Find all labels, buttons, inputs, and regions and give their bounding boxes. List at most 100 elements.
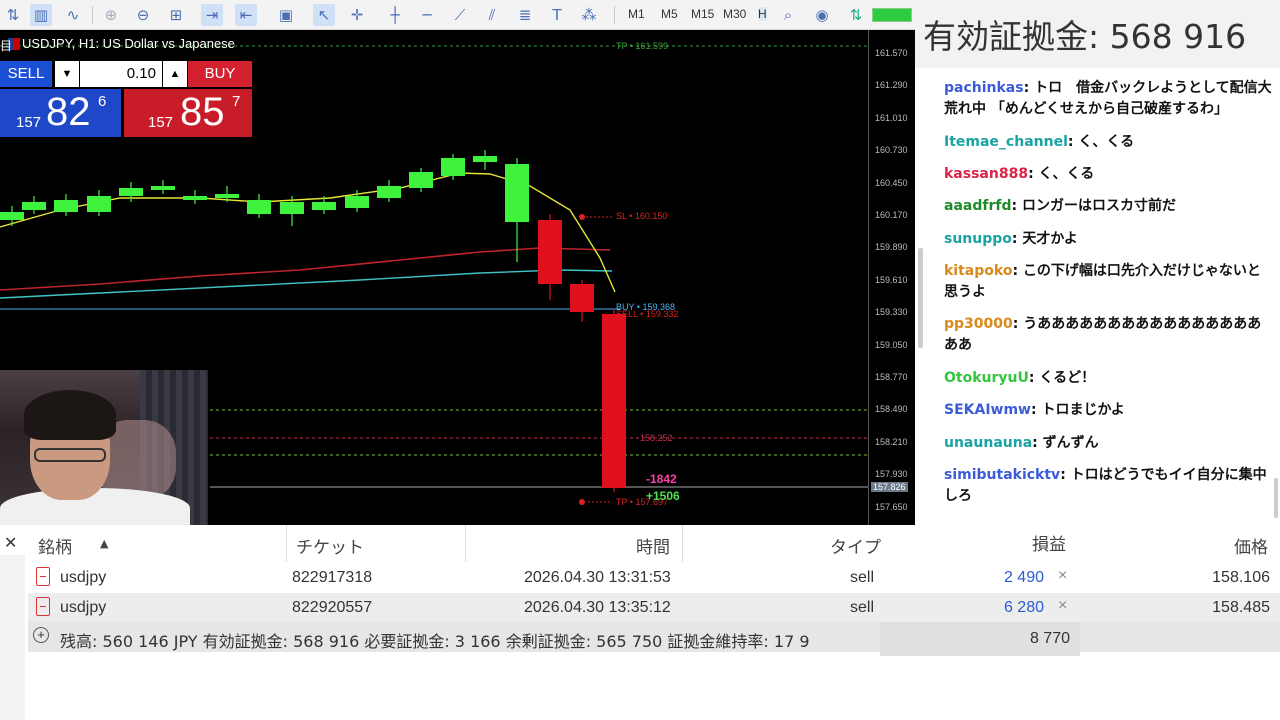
candle-body [409,172,433,188]
sell-quote-pips: 82 [46,90,91,134]
candle-body [602,314,626,488]
header-price[interactable]: 価格 [1234,533,1268,558]
chat-username[interactable]: aaadfrfd [944,198,1011,214]
chat-message: sunuppo: 天才かよ [944,231,1078,247]
chart-menu-icon[interactable]: 目 [0,37,12,54]
candle-body [505,164,529,222]
account-icon[interactable]: ◉ [811,4,833,26]
lot-size-input[interactable]: 0.10 [80,61,162,87]
candle-body [473,156,497,162]
chat-username[interactable]: pp30000 [944,316,1013,332]
sell-button[interactable]: SELL [0,61,52,87]
price-axis-label: 161.290 [875,80,908,91]
candle-body [345,196,369,208]
price-axis-label: 157.650 [875,501,908,512]
chat-username[interactable]: unaunauna [944,435,1032,451]
margin-banner: 有効証拠金: 568 916 [915,0,1280,68]
price-axis[interactable]: 161.570 161.290 161.010 160.730 160.450 160.1… [868,30,915,525]
price-axis-label: 159.330 [875,307,908,318]
timeframe-m5[interactable]: M5 [661,7,678,21]
close-position-icon[interactable]: × [1058,597,1067,615]
table-row[interactable]: usdjpy 822920557 2026.04.30 13:35:12 sel… [28,593,1280,623]
vertical-line-icon[interactable]: ┼ [384,4,406,26]
table-row[interactable]: usdjpy 822917318 2026.04.30 13:31:53 sel… [28,563,1280,593]
timeframe-m1[interactable]: M1 [628,7,645,21]
search-icon[interactable]: ⌕ [777,4,799,26]
header-ticket[interactable]: チケット [296,533,364,558]
sell-quote[interactable]: 157 82 6 [0,89,121,137]
shapes-icon[interactable]: ⁂ [578,4,600,26]
lot-decrease-button[interactable]: ▼ [55,61,79,87]
price-axis-label: 158.210 [875,436,908,447]
ma-red [0,247,611,291]
chat-username[interactable]: Itemae_channel [944,134,1068,150]
chat-message: pachinkas: トロ 借金バックレようとして配信大荒れ中 「めんどくせえか… [944,80,1272,117]
zoom-in-icon[interactable]: ⊕ [100,4,122,26]
chat-username[interactable]: SEKAIwmw [944,402,1031,418]
expand-icon[interactable]: + [33,627,49,643]
price-axis-label: 159.050 [875,339,908,350]
chat-username[interactable]: simibutakicktv [944,467,1060,483]
candle-body [54,200,78,212]
chart-shift-icon[interactable]: ⇤ [235,4,257,26]
cell-symbol: usdjpy [60,569,107,586]
zoom-out-icon[interactable]: ⊖ [132,4,154,26]
header-symbol[interactable]: 銘柄 [38,533,72,558]
buy-button[interactable]: BUY [188,61,252,87]
screenshot-icon[interactable]: ▣ [275,4,297,26]
crosshair-icon[interactable]: ✛ [346,4,368,26]
chat-username[interactable]: kassan888 [944,166,1028,182]
price-axis-label: 158.770 [875,372,908,382]
chat-message: OtokuryuU: くるど！ [944,370,1096,386]
indicators-icon[interactable]: ⇅ [2,4,24,26]
chat-message: SEKAIwmw: トロまじかよ [944,402,1125,418]
header-profit[interactable]: 損益 [1032,530,1066,555]
sl-label: SL • 160.150 [616,211,668,221]
buy-quote-fraction: 7 [232,93,241,110]
line-chart-icon[interactable]: ∿ [62,4,84,26]
chat-username[interactable]: pachinkas [944,80,1024,96]
chat-username[interactable]: sunuppo [944,231,1012,247]
cell-profit: 2 490 [1003,569,1044,586]
cell-type: sell [850,569,875,586]
position-icon [36,567,50,586]
channel-icon[interactable]: ⫽ [481,4,503,26]
chat-scrollbar-right[interactable] [1274,478,1278,518]
timeframe-h[interactable]: H [758,7,767,21]
chat-username[interactable]: kitapoko [944,263,1012,279]
cell-profit: 6 280 [1003,599,1044,616]
toolbar-divider [614,6,615,24]
chat-username[interactable]: OtokuryuU [944,370,1029,386]
sort-ascending-icon[interactable]: ▲ [100,537,108,550]
timeframe-m30[interactable]: M30 [723,7,746,21]
one-click-trading-panel: SELL ▼ 0.10 ▲ BUY 157 82 6 157 85 7 [0,59,252,139]
header-type[interactable]: タイプ [830,533,881,558]
lot-increase-button[interactable]: ▲ [163,61,187,87]
trendline-icon[interactable]: ⟋ [449,4,471,26]
chat-text: ずんずん [1042,435,1099,451]
price-chart[interactable]: 目 USDJPY, H1: US Dollar vs Japanese SELL… [0,30,915,525]
autoscroll-icon[interactable]: ⇥ [201,4,223,26]
sell-order-label: SELL • 159.332 [616,309,679,319]
candle-body [183,196,207,200]
bar-chart-icon[interactable]: ▥ [30,4,52,26]
horizontal-line-icon[interactable]: ─ [416,4,438,26]
candle-body [247,200,271,214]
grid-icon[interactable]: ⊞ [165,4,187,26]
chat-scrollbar[interactable] [918,248,923,348]
fibonacci-icon[interactable]: ≣ [514,4,536,26]
algo-trading-icon[interactable]: ⇅ [845,4,867,26]
price-axis-label: 160.170 [875,210,908,220]
candle-body [570,284,594,312]
buy-quote[interactable]: 157 85 7 [124,89,252,137]
text-icon[interactable]: T [546,4,568,26]
cursor-icon[interactable]: ↖ [313,4,335,26]
candle-body [441,158,465,176]
account-summary-row: + 残高: 560 146 JPY 有効証拠金: 568 916 必要証拠金: … [28,622,1280,656]
webcam-overlay [0,370,208,525]
header-time[interactable]: 時間 [636,533,670,558]
positions-panel: ✕ 銘柄 ▲ チケット 時間 タイプ 損益 価格 usdjpy 82291731… [0,525,1280,720]
close-position-icon[interactable]: × [1058,567,1067,585]
close-icon[interactable]: ✕ [4,533,17,553]
timeframe-m15[interactable]: M15 [691,7,714,21]
